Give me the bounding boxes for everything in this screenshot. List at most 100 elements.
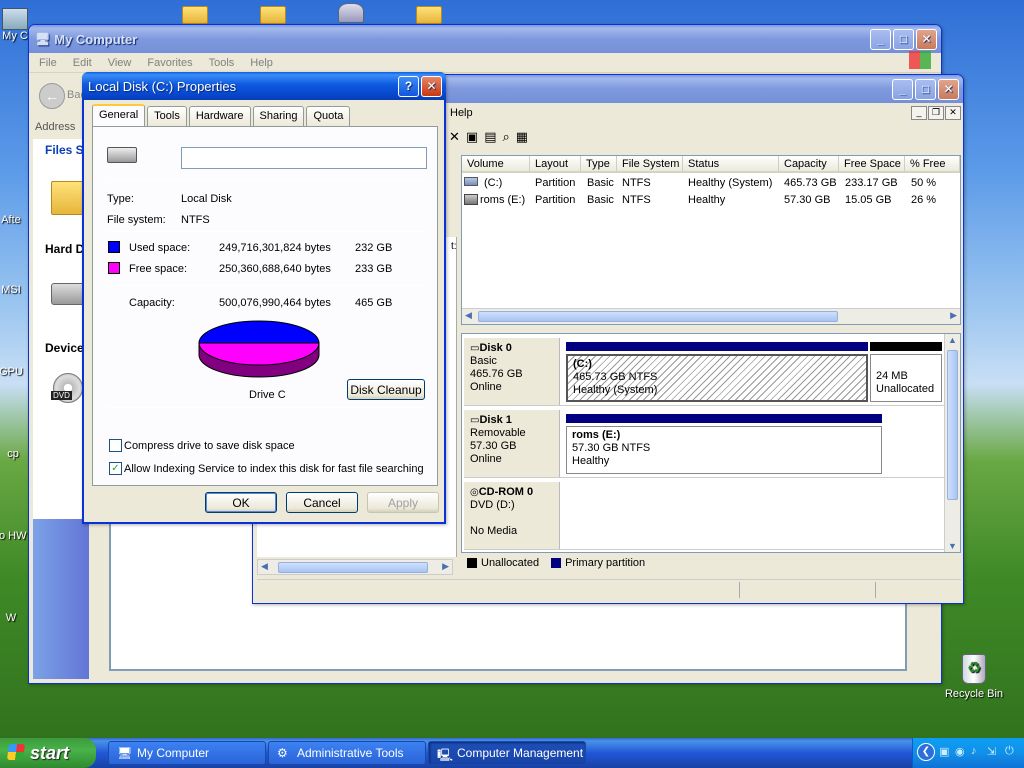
apply-button[interactable]: Apply xyxy=(367,492,439,513)
menu-help[interactable]: Help xyxy=(450,107,473,119)
close-button[interactable]: ✕ xyxy=(938,78,959,100)
ok-button[interactable]: OK xyxy=(205,492,277,513)
disk-1-row[interactable]: ▭Disk 1 Removable 57.30 GB Online roms (… xyxy=(464,410,948,478)
volume-list: Volume Layout Type File System Status Ca… xyxy=(461,155,961,325)
security-icon[interactable]: ◉ xyxy=(955,745,965,758)
column-percent-free[interactable]: % Free xyxy=(905,156,960,173)
close-button[interactable]: ✕ xyxy=(421,75,442,97)
volume-label-input[interactable] xyxy=(181,147,427,169)
task-computer-management[interactable]: 🖳 Computer Management xyxy=(428,741,586,765)
scroll-thumb[interactable] xyxy=(478,311,838,322)
legend-unallocated: Unallocated xyxy=(481,557,540,569)
cell-status: Healthy (System) xyxy=(688,177,773,189)
maximize-button[interactable]: □ xyxy=(893,28,914,50)
cell-type: Basic xyxy=(587,194,614,206)
folder-icon[interactable] xyxy=(416,6,442,24)
compress-label[interactable]: Compress drive to save disk space xyxy=(124,440,295,452)
column-status[interactable]: Status xyxy=(683,156,779,173)
table-row[interactable]: (C:) Partition Basic NTFS Healthy (Syste… xyxy=(462,176,960,192)
taskbar: start 🖥 My Computer ⚙ Administrative Too… xyxy=(0,738,1024,768)
minimize-button[interactable]: _ xyxy=(892,78,913,100)
scroll-thumb[interactable] xyxy=(278,562,428,573)
column-type[interactable]: Type xyxy=(581,156,617,173)
cdrom-row[interactable]: ◎CD-ROM 0 DVD (D:) No Media xyxy=(464,482,948,550)
network-folder-icon[interactable] xyxy=(338,3,364,23)
search-icon[interactable]: ⌕ xyxy=(503,129,510,145)
menu-favorites[interactable]: Favorites xyxy=(147,57,192,69)
safely-remove-icon[interactable]: ⇲ xyxy=(987,745,996,758)
tab-quota[interactable]: Quota xyxy=(306,106,351,126)
chevron-left-icon[interactable]: ❮ xyxy=(917,743,935,761)
task-label: Computer Management xyxy=(457,746,584,760)
task-administrative-tools[interactable]: ⚙ Administrative Tools xyxy=(268,741,426,765)
start-button[interactable]: start xyxy=(0,738,96,768)
task-pane: Files S Hard D Device DVD xyxy=(33,139,89,679)
tab-general[interactable]: General xyxy=(92,104,146,126)
mdi-close-button[interactable]: ✕ xyxy=(945,106,961,120)
properties-titlebar[interactable]: Local Disk (C:) Properties ? ✕ xyxy=(82,72,446,100)
cell-type: Basic xyxy=(587,177,614,189)
admin-tools-icon: ⚙ xyxy=(277,746,288,760)
open-icon[interactable]: ▤ xyxy=(484,129,496,145)
folder-icon[interactable] xyxy=(182,6,208,24)
cancel-button[interactable]: Cancel xyxy=(286,492,358,513)
scroll-thumb[interactable] xyxy=(947,350,958,500)
recycle-bin[interactable]: ♻ Recycle Bin xyxy=(938,654,1010,700)
my-computer-titlebar[interactable]: 🖥 My Computer _ □ ✕ xyxy=(29,25,941,53)
tab-hardware[interactable]: Hardware xyxy=(188,106,251,126)
free-space-bytes: 250,360,688,640 bytes xyxy=(219,263,331,275)
mdi-minimize-button[interactable]: _ xyxy=(911,106,927,120)
indexing-label[interactable]: Allow Indexing Service to index this dis… xyxy=(124,463,424,475)
task-my-computer[interactable]: 🖥 My Computer xyxy=(108,741,266,765)
tree-horizontal-scrollbar[interactable]: ◀ ▶ xyxy=(257,559,453,575)
free-space-gb: 233 GB xyxy=(355,263,393,275)
cdrom-label: ◎CD-ROM 0 DVD (D:) No Media xyxy=(464,482,560,549)
column-file-system[interactable]: File System xyxy=(617,156,683,173)
tab-tools[interactable]: Tools xyxy=(147,106,187,126)
column-layout[interactable]: Layout xyxy=(530,156,581,173)
tab-strip: General Tools Hardware Sharing Quota xyxy=(84,100,444,126)
fs-label: File system: xyxy=(107,214,166,226)
partition-c[interactable]: (C:) 465.73 GB NTFS Healthy (System) xyxy=(566,354,868,402)
power-icon[interactable]: ⏻ xyxy=(1005,745,1014,758)
maximize-button[interactable]: □ xyxy=(915,78,936,100)
menu-help[interactable]: Help xyxy=(250,57,273,69)
close-button[interactable]: ✕ xyxy=(916,28,937,50)
column-free-space[interactable]: Free Space xyxy=(839,156,905,173)
partition-e[interactable]: roms (E:) 57.30 GB NTFS Healthy xyxy=(566,426,882,474)
hard-drive-icon[interactable] xyxy=(51,283,85,305)
tab-sharing[interactable]: Sharing xyxy=(252,106,305,126)
legend-unallocated-swatch xyxy=(467,558,477,568)
delete-icon[interactable]: ✕ xyxy=(449,129,460,145)
disk-view-scrollbar[interactable]: ▲ ▼ xyxy=(944,334,960,552)
menu-file[interactable]: File xyxy=(39,57,57,69)
back-arrow-icon[interactable]: ← xyxy=(39,83,65,109)
help-button[interactable]: ? xyxy=(398,75,419,97)
properties-icon[interactable]: ▣ xyxy=(466,129,478,145)
column-capacity[interactable]: Capacity xyxy=(779,156,839,173)
fs-value: NTFS xyxy=(181,214,210,226)
disk-0-row[interactable]: ▭Disk 0 Basic 465.76 GB Online (C:) 465.… xyxy=(464,338,948,406)
mdi-restore-button[interactable]: ❐ xyxy=(928,106,944,120)
type-value: Local Disk xyxy=(181,193,232,205)
cell-capacity: 465.73 GB xyxy=(784,177,837,189)
network-icon[interactable]: ▣ xyxy=(939,745,949,758)
start-label: start xyxy=(30,742,70,763)
menu-view[interactable]: View xyxy=(108,57,132,69)
menu-tools[interactable]: Tools xyxy=(209,57,235,69)
settings-icon[interactable]: ▦ xyxy=(516,129,528,145)
volume-list-scrollbar[interactable]: ◀ ▶ xyxy=(462,308,960,324)
minimize-button[interactable]: _ xyxy=(870,28,891,50)
unallocated-space[interactable]: 24 MB Unallocated xyxy=(870,354,942,402)
menu-edit[interactable]: Edit xyxy=(73,57,92,69)
disk-cleanup-button[interactable]: Disk Cleanup xyxy=(347,379,425,400)
legend-primary-swatch xyxy=(551,558,562,568)
compress-checkbox[interactable] xyxy=(109,439,122,452)
volume-icon[interactable]: ♪ xyxy=(971,745,977,757)
task-label: Administrative Tools xyxy=(297,746,404,760)
table-row[interactable]: roms (E:) Partition Basic NTFS Healthy 5… xyxy=(462,193,960,209)
indexing-checkbox[interactable]: ✓ xyxy=(109,462,122,475)
folder-icon[interactable] xyxy=(260,6,286,24)
column-volume[interactable]: Volume xyxy=(462,156,530,173)
cell-fs: NTFS xyxy=(622,177,651,189)
